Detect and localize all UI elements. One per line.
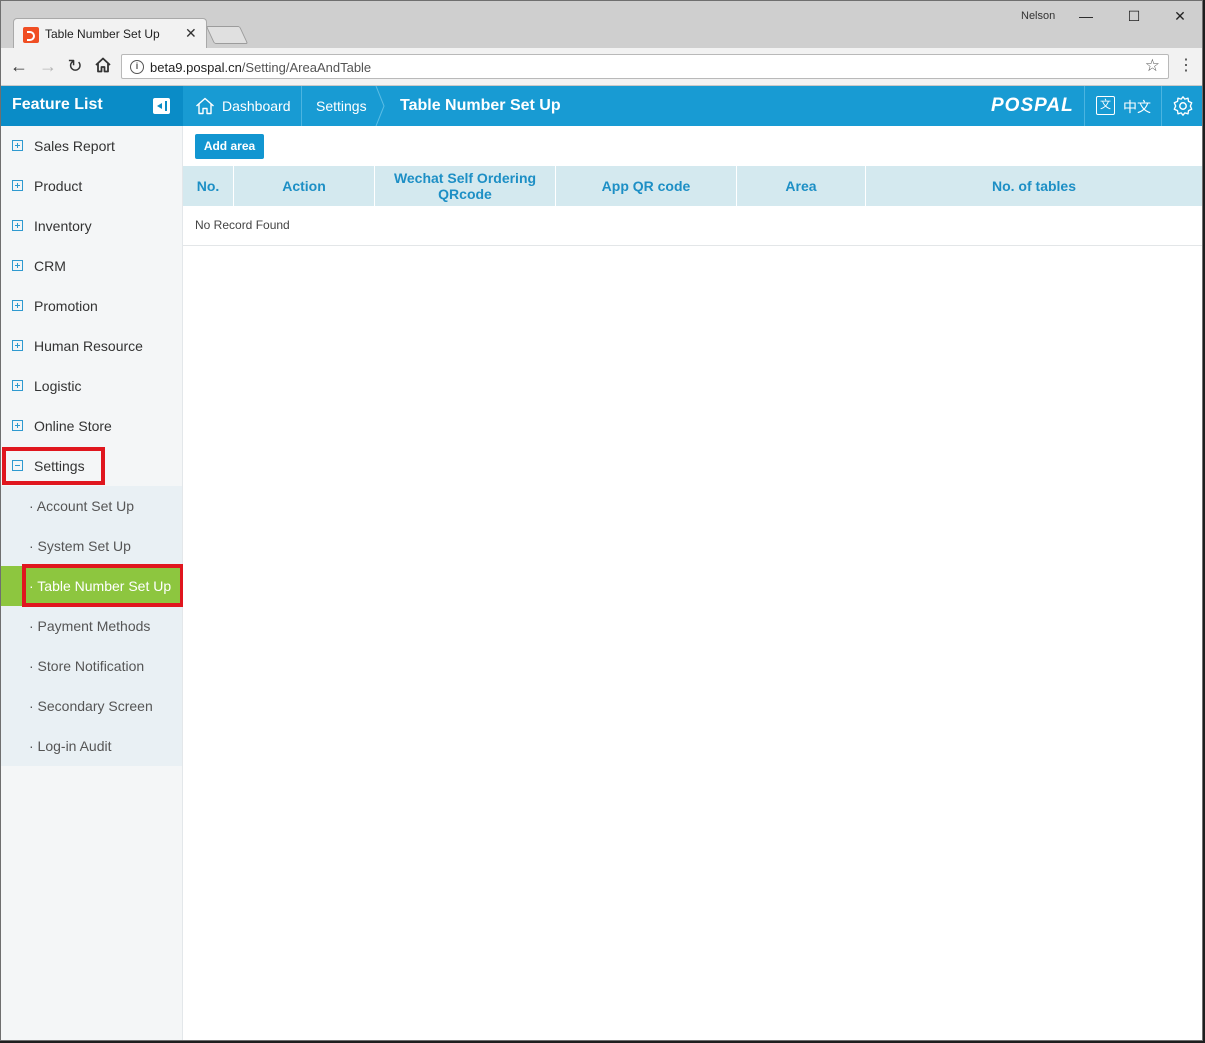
expand-plus-icon bbox=[12, 260, 23, 271]
sidebar-item-label: Sales Report bbox=[34, 138, 115, 154]
submenu-item-label: · Log-in Audit bbox=[29, 738, 112, 754]
profile-name[interactable]: Nelson bbox=[1021, 10, 1055, 22]
submenu-item-payment-methods[interactable]: · Payment Methods bbox=[1, 606, 182, 646]
column-header-wechat-qrcode: Wechat Self Ordering QRcode bbox=[375, 166, 556, 206]
column-header-app-qr-code: App QR code bbox=[556, 166, 737, 206]
breadcrumb-separator-icon bbox=[375, 86, 385, 126]
column-header-area: Area bbox=[737, 166, 866, 206]
window-close-icon[interactable]: ✕ bbox=[1165, 5, 1195, 27]
submenu-item-label: · Payment Methods bbox=[29, 618, 151, 634]
highlight-box-settings bbox=[2, 447, 105, 485]
sidebar-item-crm[interactable]: CRM bbox=[1, 246, 182, 286]
reload-icon[interactable]: ↻ bbox=[65, 56, 85, 76]
breadcrumb-dashboard-label: Dashboard bbox=[222, 98, 291, 114]
language-label: 中文 bbox=[1123, 99, 1151, 115]
submenu-item-store-notification[interactable]: · Store Notification bbox=[1, 646, 182, 686]
sidebar-item-label: Product bbox=[34, 178, 83, 194]
page-title: Table Number Set Up bbox=[400, 97, 561, 114]
gear-icon[interactable] bbox=[1172, 95, 1194, 117]
highlight-box-table-number bbox=[22, 564, 184, 607]
sidebar-item-logistic[interactable]: Logistic bbox=[1, 366, 182, 406]
row-divider bbox=[183, 245, 1202, 246]
submenu-item-label: · Store Notification bbox=[29, 658, 145, 674]
sidebar-item-sales-report[interactable]: Sales Report bbox=[1, 126, 182, 166]
column-header-no: No. bbox=[183, 166, 234, 206]
main-content: Add area No. Action Wechat Self Ordering… bbox=[183, 126, 1202, 1040]
breadcrumb-settings-label: Settings bbox=[316, 98, 367, 114]
sidebar-item-promotion[interactable]: Promotion bbox=[1, 286, 182, 326]
sidebar-item-product[interactable]: Product bbox=[1, 166, 182, 206]
feature-list-header: Feature List bbox=[1, 86, 183, 126]
minimize-icon[interactable]: — bbox=[1071, 5, 1101, 27]
title-bar: Table Number Set Up ✕ Nelson — ☐ ✕ bbox=[1, 1, 1202, 49]
submenu-item-account-set-up[interactable]: · Account Set Up bbox=[1, 486, 182, 526]
browser-toolbar: ← → ↻ i beta9.pospal.cn/Setting/AreaAndT… bbox=[1, 48, 1202, 86]
language-switch[interactable]: 文 中文 bbox=[1084, 86, 1162, 126]
info-icon[interactable]: i bbox=[130, 60, 144, 74]
expand-plus-icon bbox=[12, 140, 23, 151]
expand-plus-icon bbox=[12, 380, 23, 391]
tab-title: Table Number Set Up bbox=[45, 27, 160, 41]
add-area-button[interactable]: Add area bbox=[195, 134, 264, 159]
expand-plus-icon bbox=[12, 220, 23, 231]
back-arrow-icon[interactable]: ← bbox=[9, 56, 29, 76]
sidebar-item-inventory[interactable]: Inventory bbox=[1, 206, 182, 246]
sidebar-item-online-store[interactable]: Online Store bbox=[1, 406, 182, 446]
expand-plus-icon bbox=[12, 300, 23, 311]
browser-tab[interactable]: Table Number Set Up ✕ bbox=[13, 18, 207, 49]
browser-menu-icon[interactable]: ⋮ bbox=[1178, 56, 1194, 76]
empty-table-message: No Record Found bbox=[195, 218, 290, 232]
tab-close-icon[interactable]: ✕ bbox=[185, 25, 197, 42]
dashboard-home-icon bbox=[196, 97, 214, 115]
collapse-sidebar-icon[interactable] bbox=[153, 98, 170, 114]
sidebar-item-label: Human Resource bbox=[34, 338, 143, 354]
expand-plus-icon bbox=[12, 420, 23, 431]
submenu-item-label: · System Set Up bbox=[29, 538, 131, 554]
translate-icon: 文 bbox=[1096, 96, 1115, 115]
app-header: Feature List Dashboard Settings Table Nu… bbox=[1, 86, 1202, 126]
settings-submenu: · Account Set Up · System Set Up · Table… bbox=[1, 486, 184, 766]
bookmark-star-icon[interactable]: ☆ bbox=[1145, 56, 1160, 76]
sidebar-item-label: CRM bbox=[34, 258, 66, 274]
feature-list-title: Feature List bbox=[12, 96, 103, 113]
sidebar-item-human-resource[interactable]: Human Resource bbox=[1, 326, 182, 366]
sidebar-item-label: Inventory bbox=[34, 218, 92, 234]
url-text: beta9.pospal.cn/Setting/AreaAndTable bbox=[150, 60, 372, 75]
expand-plus-icon bbox=[12, 340, 23, 351]
maximize-icon[interactable]: ☐ bbox=[1119, 5, 1149, 27]
column-header-no-of-tables: No. of tables bbox=[991, 178, 1076, 194]
submenu-item-system-set-up[interactable]: · System Set Up bbox=[1, 526, 182, 566]
address-bar[interactable]: i beta9.pospal.cn/Setting/AreaAndTable ☆ bbox=[121, 54, 1169, 79]
pospal-logo: POSPAL bbox=[991, 95, 1074, 116]
table-header: No. Action Wechat Self Ordering QRcode A… bbox=[183, 166, 1202, 206]
new-tab-button[interactable] bbox=[205, 26, 249, 44]
pospal-favicon-icon bbox=[23, 27, 39, 43]
home-icon[interactable] bbox=[93, 56, 113, 76]
expand-plus-icon bbox=[12, 180, 23, 191]
breadcrumb-dashboard[interactable]: Dashboard bbox=[183, 86, 302, 126]
submenu-item-secondary-screen[interactable]: · Secondary Screen bbox=[1, 686, 182, 726]
sidebar-item-label: Online Store bbox=[34, 418, 112, 434]
sidebar: Sales Report Product Inventory CRM Promo… bbox=[1, 126, 184, 1040]
forward-arrow-icon[interactable]: → bbox=[38, 56, 58, 76]
sidebar-item-label: Logistic bbox=[34, 378, 82, 394]
browser-window: Table Number Set Up ✕ Nelson — ☐ ✕ ← → ↻… bbox=[0, 0, 1203, 1041]
breadcrumb-settings[interactable]: Settings bbox=[302, 86, 382, 126]
submenu-item-label: · Account Set Up bbox=[29, 498, 135, 514]
submenu-item-log-in-audit[interactable]: · Log-in Audit bbox=[1, 726, 182, 766]
submenu-item-label: · Secondary Screen bbox=[29, 698, 153, 714]
column-header-action: Action bbox=[234, 166, 375, 206]
sidebar-item-label: Promotion bbox=[34, 298, 98, 314]
